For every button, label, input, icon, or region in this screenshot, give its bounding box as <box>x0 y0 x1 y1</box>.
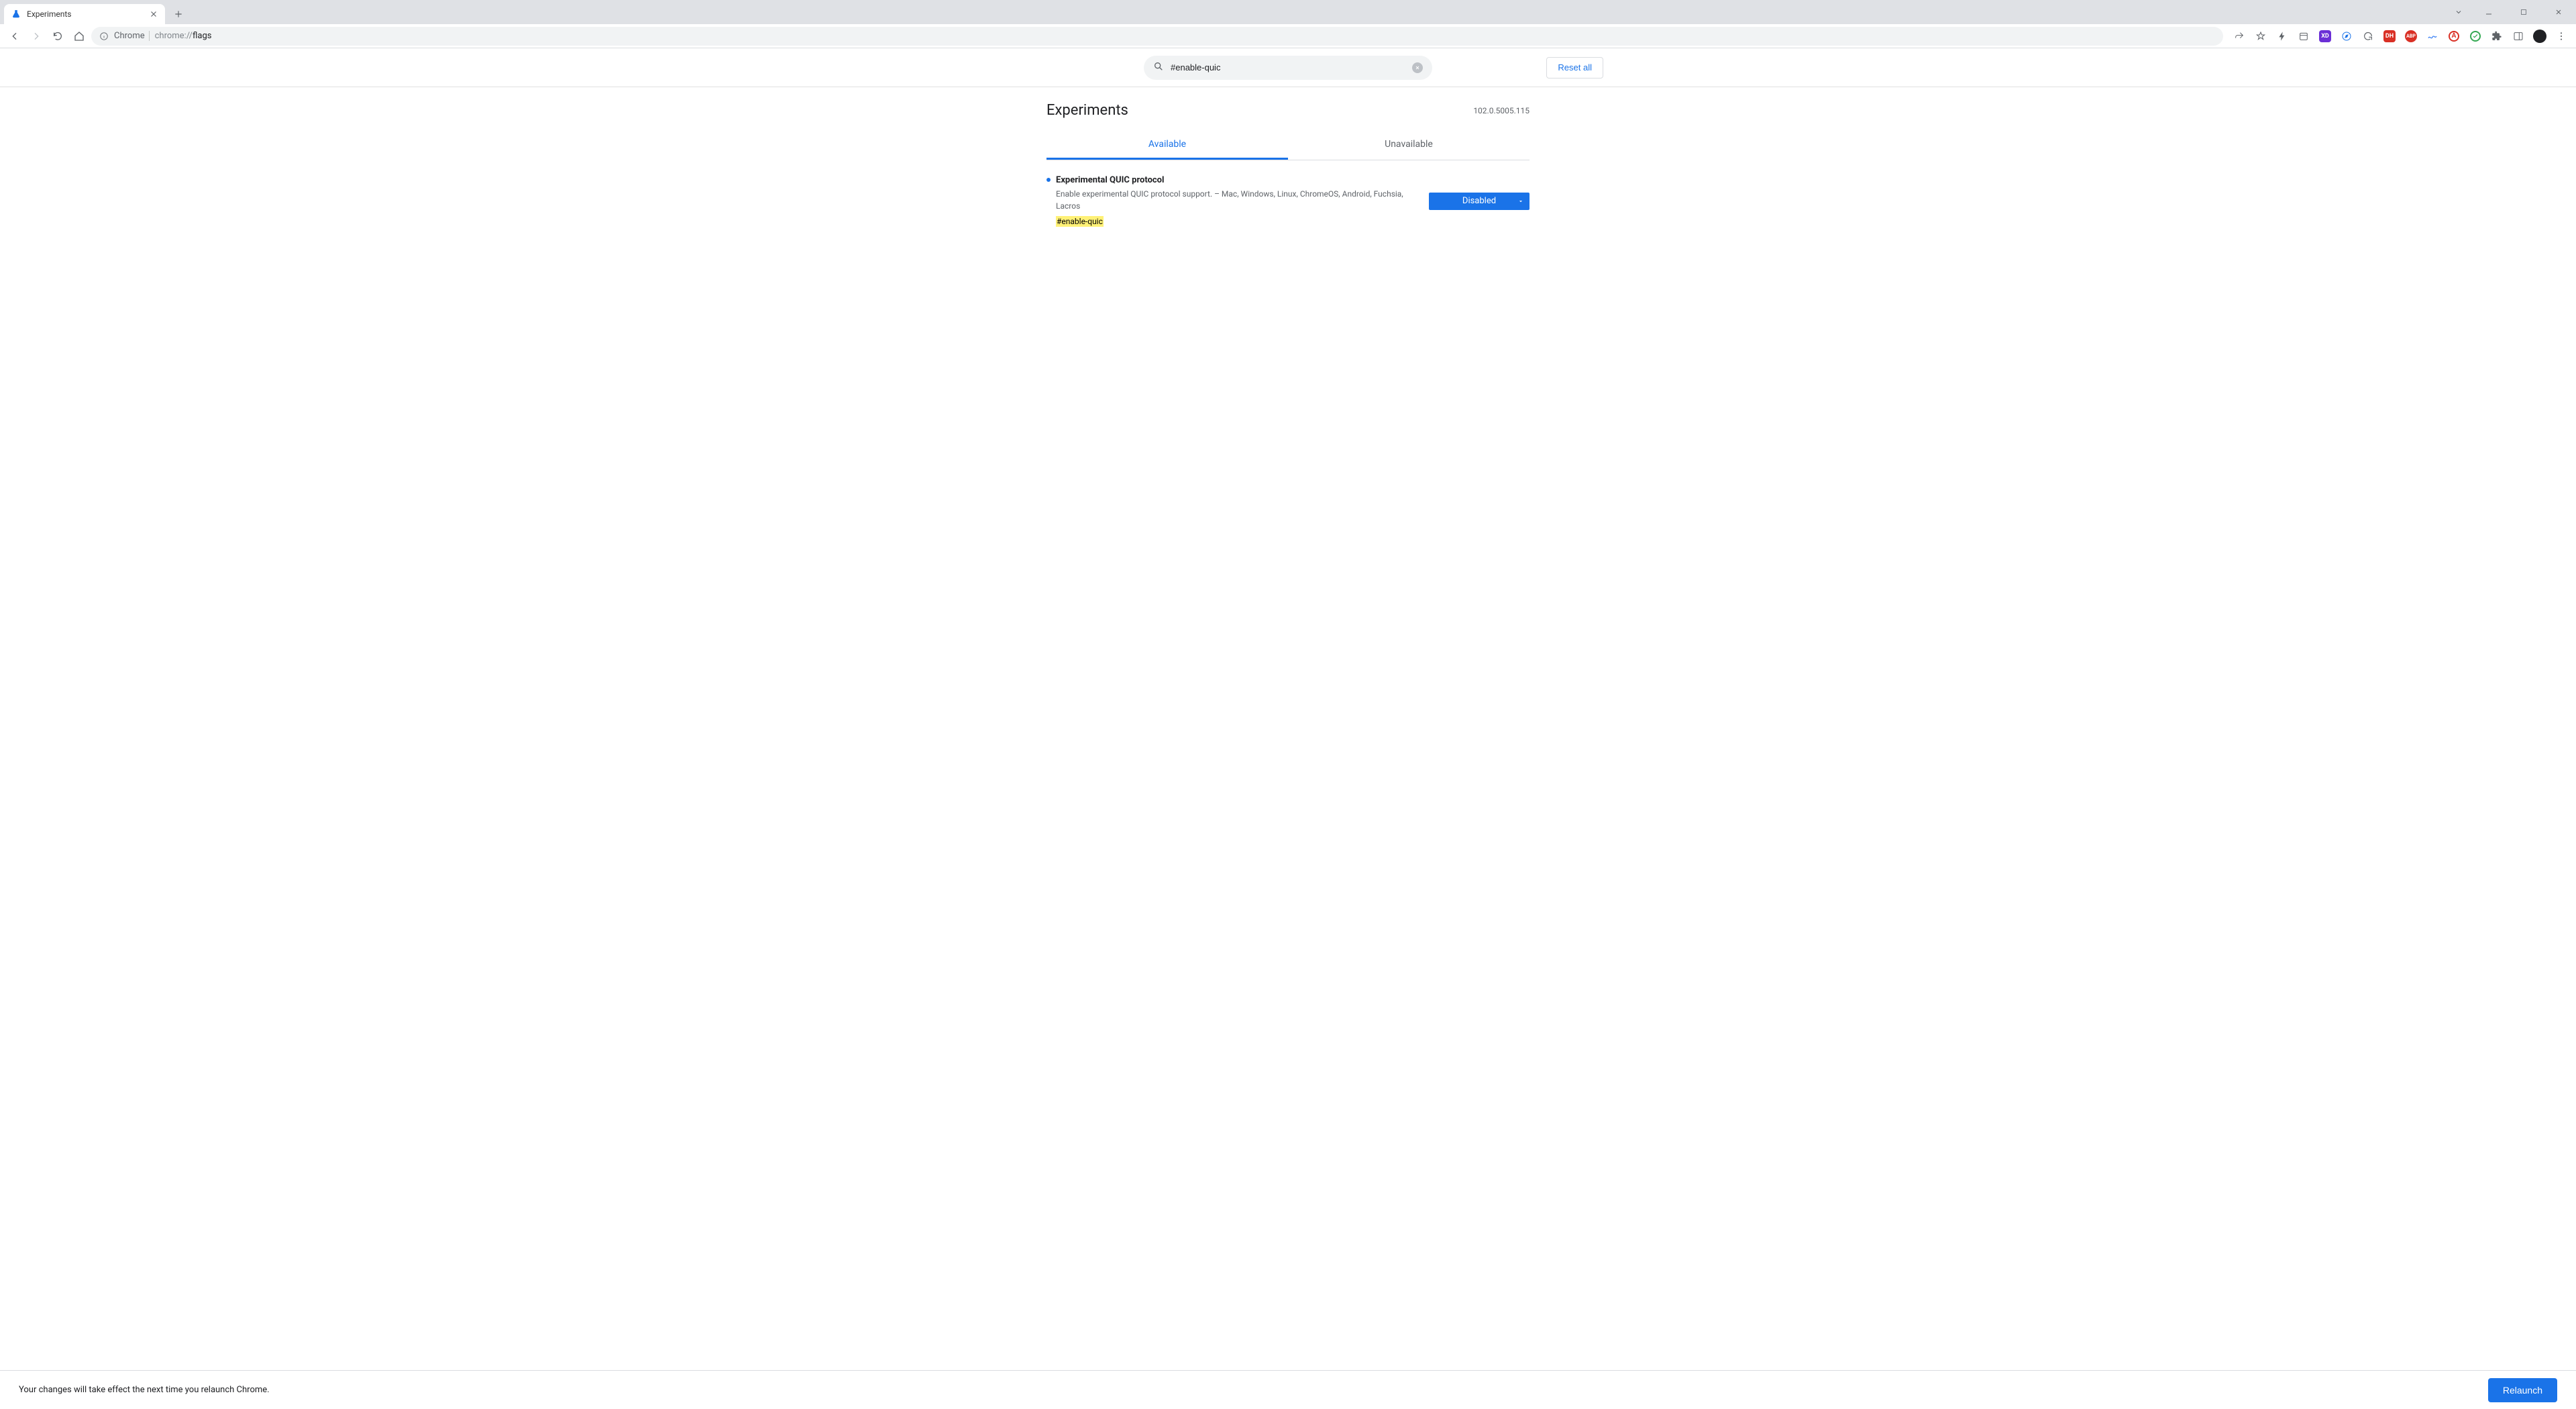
dh-ext-icon[interactable]: DH <box>2380 27 2399 46</box>
flag-select-value: Disabled <box>1462 196 1496 206</box>
tab-unavailable[interactable]: Unavailable <box>1288 131 1529 160</box>
minimize-button[interactable] <box>2474 2 2504 22</box>
wave-ext-icon[interactable] <box>2423 27 2442 46</box>
xd-ext-icon[interactable]: XD <box>2316 27 2334 46</box>
extensions-icon[interactable] <box>2487 27 2506 46</box>
relaunch-message: Your changes will take effect the next t… <box>19 1385 270 1395</box>
clear-search-icon[interactable] <box>1412 62 1423 73</box>
close-window-button[interactable] <box>2544 2 2573 22</box>
tab-overflow-button[interactable] <box>2449 2 2469 22</box>
home-button[interactable] <box>70 27 89 46</box>
search-input[interactable] <box>1171 62 1405 72</box>
omnibox-chip: Chrome <box>114 31 150 41</box>
profile-avatar[interactable] <box>2530 27 2549 46</box>
close-tab-icon[interactable] <box>149 9 158 19</box>
side-panel-icon[interactable] <box>2509 27 2528 46</box>
flags-page: Reset all Experiments 102.0.5005.115 Ava… <box>0 48 2576 1370</box>
back-button[interactable] <box>5 27 24 46</box>
search-box[interactable] <box>1144 56 1432 80</box>
tab-bar: Available Unavailable <box>1046 131 1529 160</box>
flag-title: Experimental QUIC protocol <box>1056 175 1415 185</box>
flag-hash[interactable]: #enable-quic <box>1056 216 1104 227</box>
tab-title: Experiments <box>27 9 144 19</box>
flag-state-select[interactable]: Disabled <box>1429 193 1529 210</box>
check-ext-icon[interactable] <box>2466 27 2485 46</box>
share-icon[interactable] <box>2230 27 2249 46</box>
flag-row: Experimental QUIC protocol Enable experi… <box>1046 160 1529 235</box>
flags-header: Reset all <box>0 48 2576 87</box>
abp-ext-icon[interactable]: ABP <box>2402 27 2420 46</box>
flags-body: Experiments 102.0.5005.115 Available Una… <box>1046 87 1529 235</box>
window-controls <box>2449 0 2573 24</box>
site-info-icon[interactable] <box>99 32 109 41</box>
calendar-ext-icon[interactable] <box>2294 27 2313 46</box>
relaunch-bar: Your changes will take effect the next t… <box>0 1370 2576 1409</box>
reset-all-button[interactable]: Reset all <box>1546 57 1603 79</box>
flask-icon <box>11 9 21 19</box>
search-icon <box>1153 61 1164 74</box>
new-tab-button[interactable] <box>169 5 188 23</box>
browser-tab[interactable]: Experiments <box>4 4 165 24</box>
sync-ext-icon[interactable] <box>2359 27 2377 46</box>
omnibox[interactable]: Chrome chrome://flags <box>91 27 2223 46</box>
bolt-ext-icon[interactable] <box>2273 27 2292 46</box>
forward-button[interactable] <box>27 27 46 46</box>
toolbar-actions: XD DH ABP A <box>2230 27 2571 46</box>
compass-ext-icon[interactable] <box>2337 27 2356 46</box>
star-icon[interactable] <box>2251 27 2270 46</box>
reload-button[interactable] <box>48 27 67 46</box>
omnibox-url: chrome://flags <box>155 31 212 41</box>
version-label: 102.0.5005.115 <box>1473 106 1529 115</box>
modified-dot-icon <box>1046 178 1051 182</box>
page-title: Experiments <box>1046 102 1128 119</box>
browser-tab-strip: Experiments <box>0 0 2576 24</box>
kebab-menu-icon[interactable] <box>2552 27 2571 46</box>
flag-description: Enable experimental QUIC protocol suppor… <box>1056 188 1415 212</box>
relaunch-button[interactable]: Relaunch <box>2488 1378 2557 1402</box>
tab-available[interactable]: Available <box>1046 131 1288 160</box>
browser-toolbar: Chrome chrome://flags XD DH ABP A <box>0 24 2576 48</box>
a-circle-ext-icon[interactable]: A <box>2445 27 2463 46</box>
maximize-button[interactable] <box>2509 2 2538 22</box>
chevron-down-icon <box>1517 198 1524 205</box>
